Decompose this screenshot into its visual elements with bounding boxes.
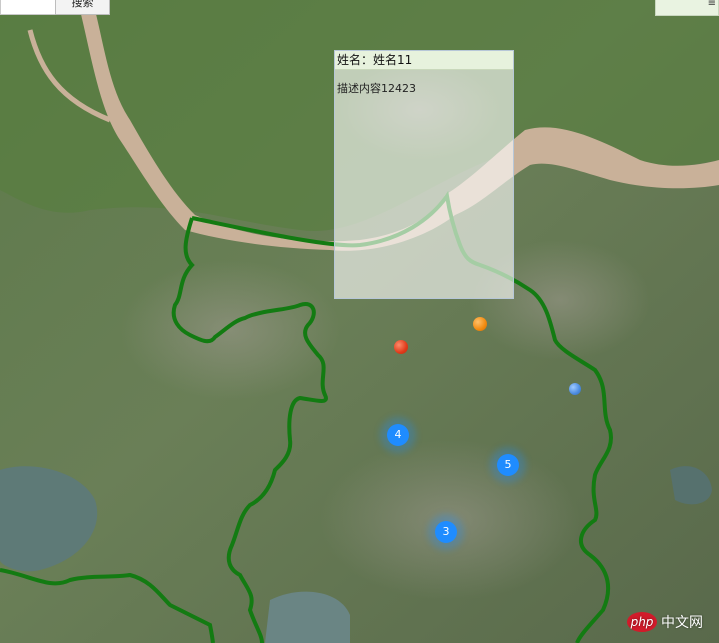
php-logo: php	[627, 612, 657, 632]
cluster-marker[interactable]: 3	[435, 521, 457, 543]
urban-area-south	[320, 440, 580, 600]
watermark-text: 中文网	[661, 615, 703, 631]
blue-map-marker-icon[interactable]	[569, 383, 581, 395]
map-canvas[interactable]: 搜索 ≡ 姓名：姓名11 描述内容12423 4 5 3 php 中文网	[0, 0, 719, 643]
popup-title: 姓名：姓名11	[335, 51, 513, 70]
popup-description: 描述内容12423	[337, 82, 416, 95]
watermark: php 中文网	[627, 610, 703, 634]
search-input[interactable]	[0, 0, 57, 15]
cluster-marker[interactable]: 4	[387, 424, 409, 446]
cluster-marker[interactable]: 5	[497, 454, 519, 476]
orange-map-marker-icon[interactable]	[473, 317, 487, 331]
top-right-control[interactable]: ≡	[655, 0, 719, 16]
info-popup[interactable]: 姓名：姓名11 描述内容12423	[334, 50, 514, 299]
red-map-marker-icon[interactable]	[394, 340, 408, 354]
search-button[interactable]: 搜索	[55, 0, 110, 15]
